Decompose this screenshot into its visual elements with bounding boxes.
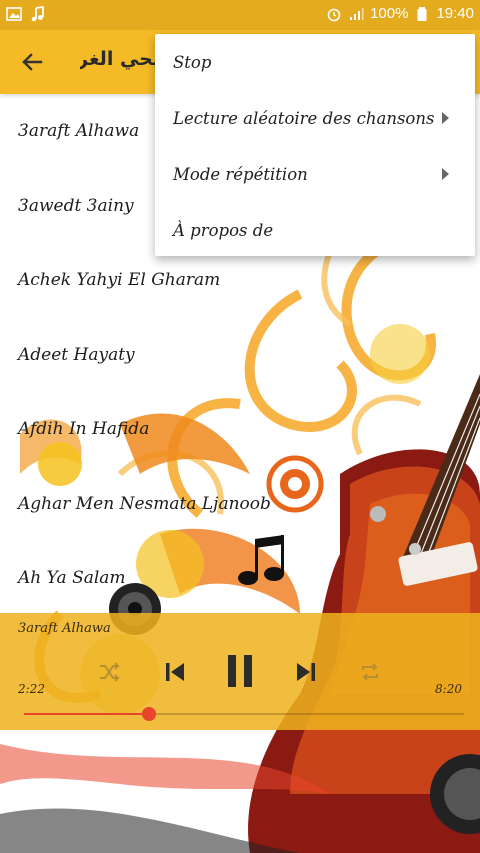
skip-next-icon [297, 663, 315, 681]
next-button[interactable] [289, 655, 323, 689]
alarm-icon [327, 8, 341, 21]
seek-bar[interactable] [24, 707, 464, 721]
seek-thumb[interactable] [141, 707, 156, 721]
overflow-menu: Stop Lecture aléatoire des chansons Mode… [155, 34, 475, 256]
shuffle-button[interactable] [94, 657, 124, 687]
menu-item-label: Mode répétition [173, 164, 308, 184]
menu-item-label: Stop [173, 52, 212, 72]
list-item[interactable]: Afdih In Hafida [0, 392, 480, 467]
song-title: Achek Yahyi El Gharam [18, 270, 221, 291]
menu-item-shuffle[interactable]: Lecture aléatoire des chansons [155, 90, 475, 146]
repeat-button[interactable] [355, 657, 385, 687]
battery-percent: 100% [370, 5, 409, 22]
menu-item-stop[interactable]: Stop [155, 34, 475, 90]
back-arrow-icon [22, 53, 43, 71]
song-title: 3awedt 3ainy [18, 195, 134, 216]
list-item[interactable]: Adeet Hayaty [0, 318, 480, 393]
back-button[interactable] [16, 46, 48, 78]
now-playing-title: 3araft Alhawa [18, 621, 111, 636]
skip-previous-icon [166, 663, 184, 681]
music-notification-icon [31, 6, 44, 22]
player-bar: 3araft Alhawa 2:22 8:20 [0, 613, 480, 730]
menu-item-about[interactable]: À propos de [155, 202, 475, 258]
pause-icon [228, 655, 252, 687]
page-title: يحي الغرام [80, 48, 160, 70]
submenu-arrow-icon [442, 168, 449, 180]
song-title: Adeet Hayaty [18, 344, 135, 365]
menu-item-repeat-mode[interactable]: Mode répétition [155, 146, 475, 202]
total-time: 8:20 [435, 682, 462, 696]
gallery-notification-icon [6, 7, 22, 21]
seek-progress [24, 713, 149, 715]
previous-button[interactable] [158, 655, 192, 689]
list-item[interactable]: Ah Ya Salam [0, 541, 480, 616]
song-title: Aghar Men Nesmata Ljanoob [18, 493, 271, 514]
menu-item-label: Lecture aléatoire des chansons [173, 108, 435, 128]
submenu-arrow-icon [442, 112, 449, 124]
song-title: Ah Ya Salam [18, 568, 126, 589]
list-item[interactable]: Aghar Men Nesmata Ljanoob [0, 467, 480, 542]
song-title: 3araft Alhawa [18, 121, 140, 142]
shuffle-icon [100, 662, 120, 682]
repeat-icon [362, 663, 378, 681]
battery-icon [417, 6, 427, 21]
current-time: 2:22 [18, 682, 45, 696]
clock: 19:40 [436, 5, 474, 22]
status-bar: 100% 19:40 [0, 0, 480, 30]
pause-button[interactable] [220, 651, 260, 691]
menu-item-label: À propos de [173, 220, 274, 240]
signal-icon [350, 7, 364, 20]
song-title: Afdih In Hafida [18, 419, 150, 440]
